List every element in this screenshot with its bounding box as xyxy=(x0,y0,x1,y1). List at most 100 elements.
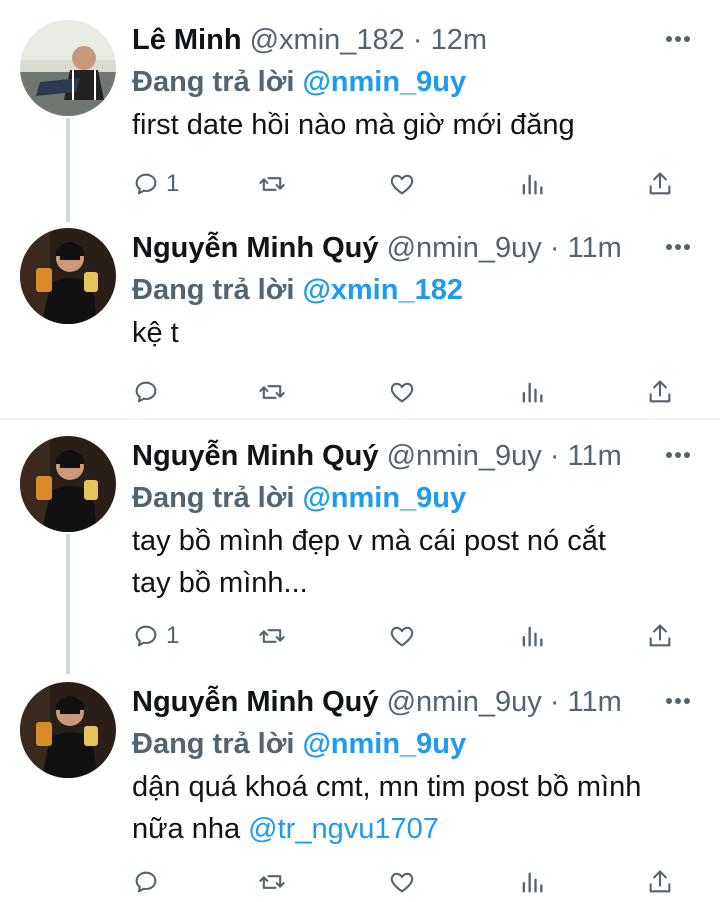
retweet-icon xyxy=(259,385,285,399)
separator: · xyxy=(549,232,560,264)
tweet-text-line-wrap: nữa nha @tr_ngvu1707 xyxy=(132,808,692,850)
more-icon[interactable] xyxy=(658,686,698,716)
timestamp[interactable]: 11m xyxy=(568,440,622,472)
tweet-header: Nguyễn Minh Quý @nmin_9uy · 11m xyxy=(132,228,622,268)
reply-icon xyxy=(135,625,157,647)
analytics-button[interactable] xyxy=(518,616,546,656)
tweet-actions xyxy=(0,372,720,412)
tweet-actions: 1 xyxy=(0,164,720,204)
tweet-text: first date hồi nào mà giờ mới đăng xyxy=(132,104,692,146)
tweet-text-line: tay bồ mình... xyxy=(132,567,308,599)
like-icon xyxy=(390,174,414,195)
display-name[interactable]: Lê Minh xyxy=(132,24,242,56)
handle[interactable]: @nmin_9uy xyxy=(387,440,542,472)
retweet-button[interactable] xyxy=(258,164,286,204)
tweet-text-line: dận quá khoá cmt, mn tim post bồ mình xyxy=(132,771,642,803)
replying-handle[interactable]: @nmin_9uy xyxy=(302,482,466,514)
tweet-text: kệ t xyxy=(132,312,692,354)
handle[interactable]: @nmin_9uy xyxy=(387,232,542,264)
avatar[interactable] xyxy=(20,436,116,532)
tweet-actions xyxy=(0,862,720,902)
tweet-text: dận quá khoá cmt, mn tim post bồ mình nữ… xyxy=(132,766,692,850)
replying-prefix: Đang trả lời xyxy=(132,274,295,306)
share-button[interactable] xyxy=(646,616,674,656)
reply-count: 1 xyxy=(166,622,180,649)
tweet-text-line: tay bồ mình đẹp v mà cái post nó cắt xyxy=(132,525,606,557)
replying-handle[interactable]: @nmin_9uy xyxy=(302,66,466,98)
display-name[interactable]: Nguyễn Minh Quý xyxy=(132,232,379,264)
replying-prefix: Đang trả lời xyxy=(132,482,295,514)
analytics-icon xyxy=(522,382,543,403)
retweet-button[interactable] xyxy=(258,616,286,656)
analytics-icon xyxy=(522,626,543,647)
timestamp[interactable]: 11m xyxy=(568,686,622,718)
timestamp[interactable]: 12m xyxy=(431,24,487,56)
analytics-icon xyxy=(522,872,543,893)
analytics-icon xyxy=(522,174,543,195)
analytics-button[interactable] xyxy=(518,372,546,412)
separator: · xyxy=(412,24,423,56)
display-name[interactable]: Nguyễn Minh Quý xyxy=(132,440,379,472)
reply-button[interactable]: 1 xyxy=(132,616,179,656)
like-icon xyxy=(390,626,414,647)
tweet-header: Nguyễn Minh Quý @nmin_9uy · 11m xyxy=(132,682,622,722)
replying-to: Đang trả lời @nmin_9uy xyxy=(132,724,466,764)
tweet-header: Nguyễn Minh Quý @nmin_9uy · 11m xyxy=(132,436,622,476)
like-icon xyxy=(390,382,414,403)
like-icon xyxy=(390,872,414,893)
avatar[interactable] xyxy=(20,682,116,778)
tweet-text-line: nữa nha xyxy=(132,813,249,845)
reply-count: 1 xyxy=(166,170,180,197)
like-button[interactable] xyxy=(388,862,416,902)
more-icon[interactable] xyxy=(658,440,698,470)
handle[interactable]: @nmin_9uy xyxy=(387,686,542,718)
replying-prefix: Đang trả lời xyxy=(132,66,295,98)
share-icon xyxy=(649,624,671,647)
more-icon[interactable] xyxy=(658,232,698,262)
mention-link[interactable]: @tr_ngvu1707 xyxy=(248,813,439,845)
share-button[interactable] xyxy=(646,862,674,902)
like-button[interactable] xyxy=(388,616,416,656)
reply-icon xyxy=(135,871,157,893)
retweet-button[interactable] xyxy=(258,862,286,902)
reply-button[interactable] xyxy=(132,372,166,412)
timestamp[interactable]: 11m xyxy=(568,232,622,264)
separator: · xyxy=(549,686,560,718)
tweet[interactable]: Nguyễn Minh Quý @nmin_9uy · 11m Đang trả… xyxy=(0,228,720,418)
analytics-button[interactable] xyxy=(518,164,546,204)
tweet-header: Lê Minh @xmin_182 · 12m xyxy=(132,20,487,60)
replying-to: Đang trả lời @nmin_9uy xyxy=(132,478,466,518)
thread-divider xyxy=(0,418,720,420)
reply-icon xyxy=(135,381,157,403)
retweet-button[interactable] xyxy=(258,372,286,412)
like-button[interactable] xyxy=(388,164,416,204)
share-icon xyxy=(649,172,671,195)
avatar[interactable] xyxy=(20,228,116,324)
share-icon xyxy=(649,870,671,893)
tweet[interactable]: Lê Minh @xmin_182 · 12m Đang trả lời @nm… xyxy=(0,20,720,210)
like-button[interactable] xyxy=(388,372,416,412)
tweet-text-line: kệ t xyxy=(132,317,179,349)
tweet[interactable]: Nguyễn Minh Quý @nmin_9uy · 11m Đang trả… xyxy=(0,682,720,900)
tweet[interactable]: Nguyễn Minh Quý @nmin_9uy · 11m Đang trả… xyxy=(0,436,720,666)
reply-icon xyxy=(135,173,157,195)
tweet-actions: 1 xyxy=(0,616,720,656)
replying-to: Đang trả lời @nmin_9uy xyxy=(132,62,466,102)
tweet-text-line: first date hồi nào mà giờ mới đăng xyxy=(132,109,575,141)
replying-handle[interactable]: @xmin_182 xyxy=(302,274,462,306)
reply-button[interactable]: 1 xyxy=(132,164,179,204)
retweet-icon xyxy=(259,875,285,889)
retweet-icon xyxy=(259,629,285,643)
reply-button[interactable] xyxy=(132,862,166,902)
analytics-button[interactable] xyxy=(518,862,546,902)
share-button[interactable] xyxy=(646,372,674,412)
more-icon[interactable] xyxy=(658,24,698,54)
share-button[interactable] xyxy=(646,164,674,204)
separator: · xyxy=(549,440,560,472)
handle[interactable]: @xmin_182 xyxy=(250,24,405,56)
display-name[interactable]: Nguyễn Minh Quý xyxy=(132,686,379,718)
retweet-icon xyxy=(259,177,285,191)
replying-prefix: Đang trả lời xyxy=(132,728,295,760)
replying-handle[interactable]: @nmin_9uy xyxy=(302,728,466,760)
avatar[interactable] xyxy=(20,20,116,116)
